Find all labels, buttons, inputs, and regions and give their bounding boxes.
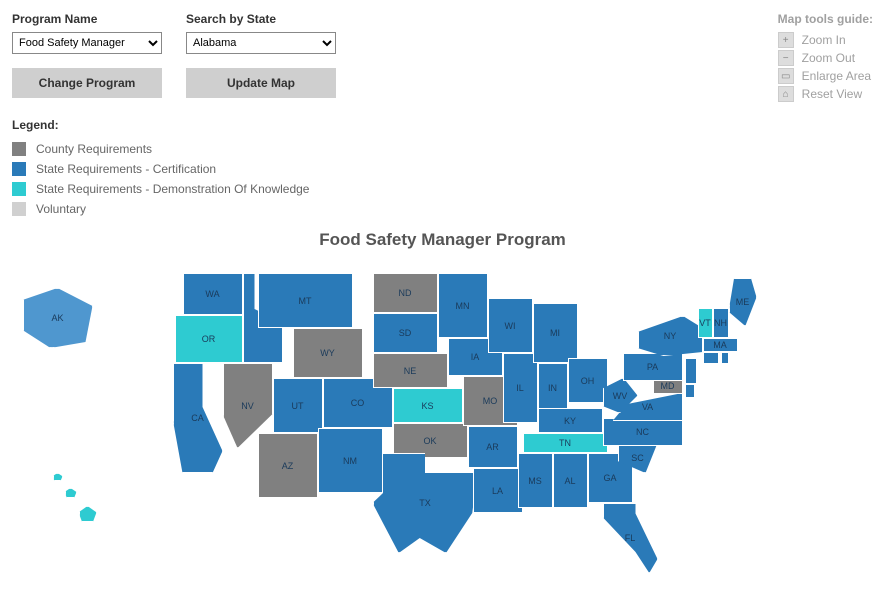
state-fl[interactable]: FL bbox=[603, 503, 658, 573]
state-pa[interactable]: PA bbox=[623, 353, 683, 381]
legend-label-vol: Voluntary bbox=[36, 202, 86, 216]
zoom-out-icon[interactable]: − bbox=[778, 50, 794, 66]
state-nh[interactable]: NH bbox=[713, 308, 729, 338]
state-hi-island[interactable] bbox=[65, 488, 77, 498]
legend-swatch-vol bbox=[12, 202, 26, 216]
state-me[interactable]: ME bbox=[729, 278, 757, 326]
state-wy[interactable]: WY bbox=[293, 328, 363, 378]
state-ms[interactable]: MS bbox=[518, 453, 553, 508]
legend-swatch-dok bbox=[12, 182, 26, 196]
map-tools-title: Map tools guide: bbox=[778, 12, 873, 26]
enlarge-area-icon[interactable]: ▭ bbox=[778, 68, 794, 84]
state-de[interactable] bbox=[685, 384, 695, 398]
state-ma[interactable]: MA bbox=[703, 338, 738, 352]
state-nc[interactable]: NC bbox=[603, 418, 683, 446]
legend-label-county: County Requirements bbox=[36, 142, 152, 156]
state-ne[interactable]: NE bbox=[373, 353, 448, 388]
reset-view-icon[interactable]: ⌂ bbox=[778, 86, 794, 102]
state-tx[interactable]: TX bbox=[373, 453, 478, 553]
program-name-label: Program Name bbox=[12, 12, 162, 26]
zoom-out-label: Zoom Out bbox=[802, 51, 855, 65]
program-select[interactable]: Food Safety Manager bbox=[12, 32, 162, 54]
legend: Legend: County Requirements State Requir… bbox=[12, 118, 873, 216]
state-wi[interactable]: WI bbox=[488, 298, 533, 353]
state-ar[interactable]: AR bbox=[468, 426, 518, 468]
state-ri[interactable] bbox=[721, 352, 729, 364]
map-title: Food Safety Manager Program bbox=[12, 230, 873, 250]
state-or[interactable]: OR bbox=[175, 315, 243, 363]
us-map[interactable]: AK HI WA OR CA NV ID MT WY UT AZ CO NM N… bbox=[83, 258, 803, 598]
state-az[interactable]: AZ bbox=[258, 433, 318, 498]
legend-title: Legend: bbox=[12, 118, 873, 132]
state-ny[interactable]: NY bbox=[638, 316, 703, 356]
state-mi[interactable]: MI bbox=[533, 303, 578, 363]
state-label: Search by State bbox=[186, 12, 336, 26]
state-ak[interactable]: AK bbox=[23, 288, 93, 348]
state-hi-island[interactable] bbox=[53, 473, 63, 481]
state-sd[interactable]: SD bbox=[373, 313, 438, 353]
state-ct[interactable] bbox=[703, 352, 719, 364]
state-mt[interactable]: MT bbox=[258, 273, 353, 328]
state-ks[interactable]: KS bbox=[393, 388, 463, 423]
state-vt[interactable]: VT bbox=[698, 308, 713, 338]
legend-swatch-county bbox=[12, 142, 26, 156]
map-tools-panel: Map tools guide: + Zoom In − Zoom Out ▭ … bbox=[778, 12, 873, 104]
state-ca[interactable]: CA bbox=[173, 363, 223, 473]
legend-label-cert: State Requirements - Certification bbox=[36, 162, 216, 176]
state-la[interactable]: LA bbox=[473, 468, 523, 513]
state-ky[interactable]: KY bbox=[538, 408, 603, 433]
legend-swatch-cert bbox=[12, 162, 26, 176]
state-in[interactable]: IN bbox=[538, 363, 568, 413]
update-map-button[interactable]: Update Map bbox=[186, 68, 336, 98]
state-tn[interactable]: TN bbox=[523, 433, 608, 453]
reset-view-label: Reset View bbox=[802, 87, 862, 101]
state-wa[interactable]: WA bbox=[183, 273, 243, 315]
enlarge-area-label: Enlarge Area bbox=[802, 69, 871, 83]
state-al[interactable]: AL bbox=[553, 453, 588, 508]
change-program-button[interactable]: Change Program bbox=[12, 68, 162, 98]
state-ut[interactable]: UT bbox=[273, 378, 323, 433]
zoom-in-label: Zoom In bbox=[802, 33, 846, 47]
state-select[interactable]: Alabama bbox=[186, 32, 336, 54]
legend-label-dok: State Requirements - Demonstration Of Kn… bbox=[36, 182, 309, 196]
zoom-in-icon[interactable]: + bbox=[778, 32, 794, 48]
state-nm[interactable]: NM bbox=[318, 428, 383, 493]
state-oh[interactable]: OH bbox=[568, 358, 608, 403]
state-ok[interactable]: OK bbox=[393, 423, 468, 458]
state-nd[interactable]: ND bbox=[373, 273, 438, 313]
state-mn[interactable]: MN bbox=[438, 273, 488, 338]
state-il[interactable]: IL bbox=[503, 353, 538, 423]
state-nj[interactable] bbox=[685, 358, 697, 384]
